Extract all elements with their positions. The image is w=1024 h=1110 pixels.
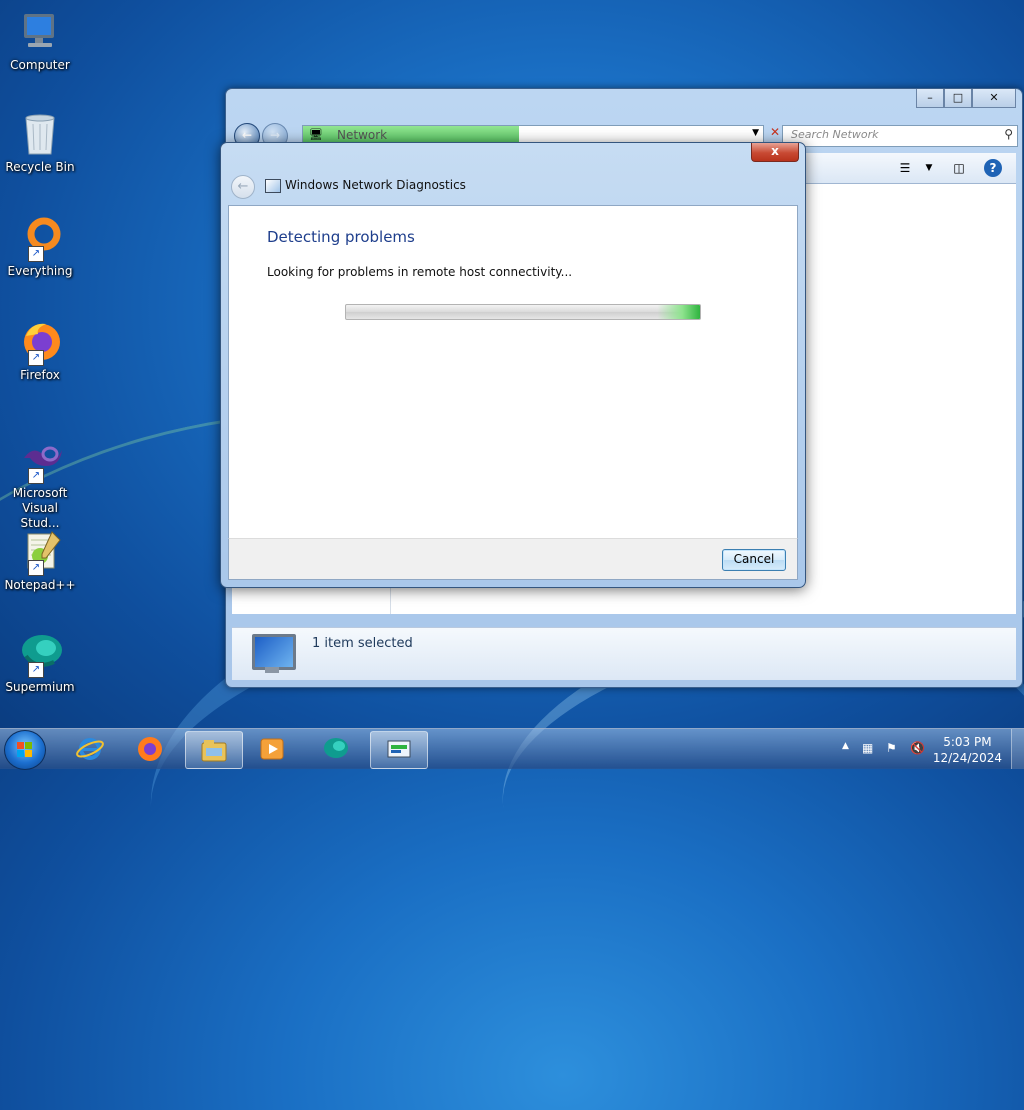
dialog-back-button[interactable]: ←: [231, 175, 255, 199]
preview-pane-icon[interactable]: ◫: [950, 159, 968, 177]
desktop-icon-everything[interactable]: ↗ Everything: [2, 214, 78, 279]
cancel-button[interactable]: Cancel: [722, 549, 786, 571]
system-tray: ▲ ▦ ⚑ 🔇 5:03 PM 12/24/2024: [834, 729, 1024, 769]
change-view-icon[interactable]: ☰: [896, 159, 914, 177]
desktop-icon-label: Supermium: [5, 680, 75, 694]
network-icon[interactable]: ▦: [862, 741, 873, 755]
action-center-flag-icon[interactable]: ⚑: [886, 741, 897, 755]
address-text: Network: [337, 128, 388, 142]
desktop-icon-label: Firefox: [20, 368, 60, 382]
progress-bar: [345, 304, 701, 320]
desktop-icon-firefox[interactable]: ↗ Firefox: [2, 318, 78, 383]
dialog-title: Windows Network Diagnostics: [285, 178, 466, 192]
firefox-icon: [138, 737, 162, 761]
window-controls: – □ ✕: [916, 89, 1016, 108]
windows-logo-icon: [17, 742, 33, 758]
search-placeholder: Search Network: [791, 128, 879, 141]
start-button[interactable]: [4, 730, 46, 770]
dialog-message: Looking for problems in remote host conn…: [267, 265, 573, 279]
search-input[interactable]: Search Network ⚲: [782, 125, 1018, 147]
dialog-heading: Detecting problems: [267, 228, 415, 246]
taskbar-media-player[interactable]: [244, 731, 300, 767]
firefox-icon: ↗: [16, 318, 64, 366]
diagnostics-icon: [265, 179, 281, 193]
clock-date: 12/24/2024: [932, 751, 1002, 765]
desktop-icon-label: Notepad++: [4, 578, 76, 592]
everything-icon: ↗: [16, 214, 64, 262]
desktop-icon-label: Recycle Bin: [5, 160, 75, 174]
close-button[interactable]: ✕: [972, 89, 1016, 108]
computer-icon: [16, 8, 64, 56]
help-icon[interactable]: ?: [984, 159, 1002, 177]
windows-explorer-icon: [201, 740, 227, 762]
desktop-icon-label: Microsoft Visual Stud...: [12, 486, 68, 530]
network-diagnostics-icon: [387, 740, 411, 758]
clock-time: 5:03 PM: [943, 735, 992, 749]
dialog-body: Detecting problems Looking for problems …: [228, 205, 798, 540]
taskbar-internet-explorer[interactable]: [62, 731, 118, 767]
taskbar-firefox[interactable]: [122, 731, 178, 767]
show-hidden-icons-icon[interactable]: ▲: [842, 741, 849, 751]
dialog-close-button[interactable]: x: [751, 143, 799, 162]
minimize-button[interactable]: –: [916, 89, 944, 108]
network-diagnostics-dialog: x ← Windows Network Diagnostics Detectin…: [220, 142, 806, 588]
taskbar-supermium[interactable]: [308, 731, 364, 767]
taskbar-network-diagnostics[interactable]: [370, 731, 428, 769]
clock[interactable]: 5:03 PM 12/24/2024: [933, 734, 1002, 766]
dialog-footer: Cancel: [228, 538, 798, 580]
visual-studio-icon: ↗: [16, 436, 64, 484]
volume-muted-icon[interactable]: 🔇: [910, 741, 925, 755]
show-desktop-button[interactable]: [1011, 729, 1024, 769]
taskbar-windows-explorer[interactable]: [185, 731, 243, 769]
chevron-down-icon[interactable]: ▼: [752, 128, 759, 138]
desktop-icon-recycle-bin[interactable]: Recycle Bin: [2, 110, 78, 175]
search-icon[interactable]: ⚲: [1004, 127, 1013, 141]
chevron-down-icon[interactable]: ▼: [920, 159, 938, 177]
supermium-icon: ↗: [16, 630, 64, 678]
maximize-button[interactable]: □: [944, 89, 972, 108]
supermium-icon: [324, 738, 348, 758]
notepad-plus-plus-icon: ↗: [16, 528, 64, 576]
media-player-icon: [260, 738, 284, 760]
desktop-icon-visual-studio[interactable]: ↗ Microsoft Visual Stud...: [2, 436, 78, 531]
desktop-icon-supermium[interactable]: ↗ Supermium: [2, 630, 78, 695]
progress-fill: [346, 305, 700, 319]
network-computer-icon: [252, 634, 296, 673]
desktop-icon-computer[interactable]: Computer: [2, 8, 78, 73]
taskbar: ▲ ▦ ⚑ 🔇 5:03 PM 12/24/2024: [0, 728, 1024, 770]
desktop-icon-label: Computer: [10, 58, 70, 72]
desktop-icon-label: Everything: [7, 264, 73, 278]
details-pane: 1 item selected: [232, 627, 1016, 680]
network-folder-icon: 🖥: [309, 128, 323, 141]
recycle-bin-icon: [16, 110, 64, 158]
internet-explorer-icon: [76, 738, 104, 760]
status-text: 1 item selected: [312, 636, 413, 651]
desktop-icon-notepad-plus-plus[interactable]: ↗ Notepad++: [2, 528, 78, 593]
